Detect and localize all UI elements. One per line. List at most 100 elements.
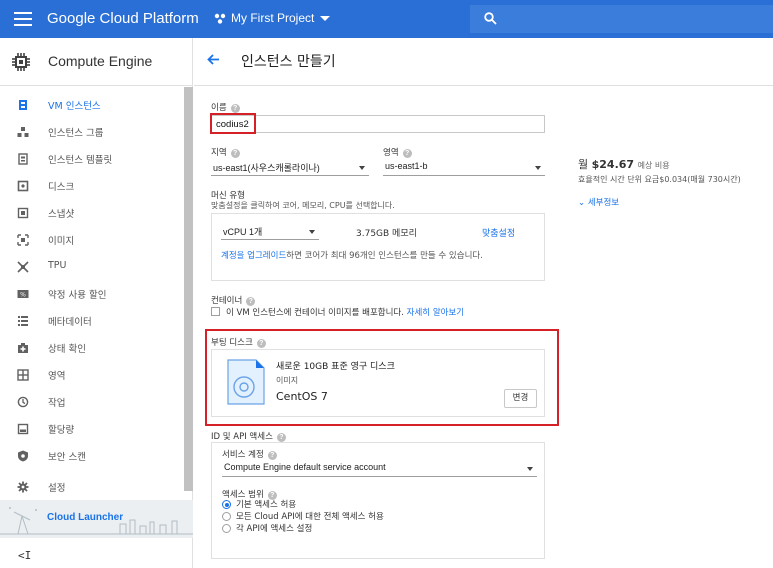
security-scan-icon <box>18 450 28 462</box>
service-account-label: 서비스 계정? <box>222 448 277 460</box>
boot-disk-title: 새로운 10GB 표준 영구 디스크 <box>276 362 395 372</box>
pricing-details-toggle[interactable]: ⌄ 세부정보 <box>578 196 619 208</box>
sidebar-item-snapshots[interactable]: 스냅샷 <box>0 200 184 227</box>
zone-label: 영역? <box>383 146 412 158</box>
scope-label-full: 모든 Cloud API에 대한 전체 액세스 허용 <box>236 512 384 522</box>
sidebar-item-disks[interactable]: 디스크 <box>0 173 184 200</box>
caret-down-icon <box>535 166 541 170</box>
disk-icon <box>17 180 29 192</box>
sidebar-header: Compute Engine <box>0 38 193 86</box>
back-arrow-icon[interactable] <box>206 52 221 67</box>
service-account-value: Compute Engine default service account <box>224 462 386 472</box>
collapse-sidebar-button[interactable]: <I <box>18 549 31 562</box>
sidebar-item-committed-use[interactable]: % 약정 사용 할인 <box>0 281 184 308</box>
sidebar-scrollbar[interactable] <box>184 87 193 491</box>
sidebar-item-operations[interactable]: 작업 <box>0 389 184 416</box>
sidebar-item-images[interactable]: 이미지 <box>0 227 184 254</box>
boot-disk-os: CentOS 7 <box>276 390 328 403</box>
sidebar-item-label: 설정 <box>48 483 66 494</box>
upgrade-note: 계정을 업그레이드하면 코어가 최대 96개인 인스턴스를 만들 수 있습니다. <box>221 251 483 261</box>
help-icon[interactable]: ? <box>402 149 412 158</box>
quotas-icon <box>17 423 29 435</box>
sidebar-item-label: 디스크 <box>48 182 75 193</box>
upgrade-account-link[interactable]: 계정을 업그레이드 <box>221 251 286 261</box>
machine-type-card: vCPU 1개 3.75GB 메모리 맞춤설정 계정을 업그레이드하면 코어가 … <box>211 213 545 281</box>
zone-value: us-east1-b <box>385 161 428 171</box>
sidebar-item-label: 작업 <box>48 398 66 409</box>
sidebar-item-label: 이미지 <box>48 236 75 247</box>
scope-radio-default[interactable] <box>222 500 231 509</box>
project-selector[interactable]: My First Project <box>214 11 331 25</box>
caret-down-icon <box>309 230 315 234</box>
page-header: 인스턴스 만들기 <box>194 38 773 86</box>
product-title: Compute Engine <box>48 53 153 69</box>
zones-icon <box>17 369 29 381</box>
sidebar-item-instance-templates[interactable]: 인스턴스 템플릿 <box>0 146 184 173</box>
help-icon[interactable]: ? <box>230 104 240 113</box>
machine-type-description: 맞춤설정을 클릭하여 코어, 메모리, CPU를 선택합니다. <box>211 201 395 210</box>
caret-down-icon <box>359 166 365 170</box>
compute-engine-chip-icon <box>12 53 30 71</box>
region-select[interactable]: us-east1(사우스캐롤라이나) <box>211 159 369 176</box>
customize-link[interactable]: 맞춤설정 <box>482 226 515 239</box>
snapshot-icon <box>17 207 29 219</box>
change-boot-disk-button[interactable]: 변경 <box>504 389 537 408</box>
project-name: My First Project <box>231 11 315 25</box>
name-input[interactable]: codius2 <box>211 115 545 133</box>
sidebar-item-label: 인스턴스 그룹 <box>48 128 104 139</box>
sidebar-item-label: 보안 스캔 <box>48 452 86 463</box>
scope-radio-full[interactable] <box>222 512 231 521</box>
cloud-launcher-link[interactable]: Cloud Launcher <box>0 500 193 538</box>
sidebar-item-settings[interactable]: 설정 <box>0 474 184 501</box>
project-dots-icon <box>214 13 226 24</box>
help-icon[interactable]: ? <box>230 149 240 158</box>
sidebar-item-zones[interactable]: 영역 <box>0 362 184 389</box>
instance-templates-icon <box>18 153 28 165</box>
container-checkbox[interactable] <box>211 307 220 316</box>
sidebar-item-label: 할당량 <box>48 425 75 436</box>
search-bar[interactable] <box>470 5 773 33</box>
scope-radio-custom[interactable] <box>222 524 231 533</box>
memory-value: 3.75GB 메모리 <box>356 229 417 239</box>
chevron-down-icon: ⌄ <box>578 198 586 208</box>
committed-use-icon: % <box>17 290 29 299</box>
page-title: 인스턴스 만들기 <box>241 54 336 70</box>
help-icon[interactable]: ? <box>276 433 286 442</box>
highlight-box-name <box>210 113 256 134</box>
sidebar-item-metadata[interactable]: 메타데이터 <box>0 308 184 335</box>
sidebar-item-health-checks[interactable]: 상태 확인 <box>0 335 184 362</box>
help-icon[interactable]: ? <box>246 297 256 306</box>
scope-label-custom: 각 API에 액세스 설정 <box>236 524 313 534</box>
vcpu-select[interactable]: vCPU 1개 <box>221 223 319 240</box>
sidebar-item-label: 약정 사용 할인 <box>48 290 107 301</box>
sidebar-item-label: 영역 <box>48 371 66 382</box>
caret-down-icon <box>320 15 331 21</box>
zone-select[interactable]: us-east1-b <box>383 159 545 176</box>
sidebar-item-tpu[interactable]: TPU <box>0 254 184 281</box>
sidebar-item-label: VM 인스턴스 <box>48 101 101 112</box>
help-icon[interactable]: ? <box>256 339 266 348</box>
vcpu-value: vCPU 1개 <box>223 227 263 237</box>
app-title[interactable]: Google Cloud Platform <box>47 10 199 27</box>
id-api-access-card: 서비스 계정? Compute Engine default service a… <box>211 442 545 559</box>
sidebar-item-security-scan[interactable]: 보안 스캔 <box>0 443 184 470</box>
top-app-bar: Google Cloud Platform My First Project <box>0 0 773 38</box>
sidebar-item-quotas[interactable]: 할당량 <box>0 416 184 443</box>
help-icon[interactable]: ? <box>267 451 277 460</box>
service-account-select[interactable]: Compute Engine default service account <box>222 460 537 477</box>
image-icon <box>17 234 29 246</box>
boot-disk-card: 새로운 10GB 표준 영구 디스크 이미지 CentOS 7 변경 <box>211 349 545 417</box>
sidebar-item-instance-groups[interactable]: 인스턴스 그룹 <box>0 119 184 146</box>
monthly-price: 월 $24.67 예상 비용 <box>578 158 670 171</box>
svg-text:%: % <box>20 292 26 299</box>
sidebar: Compute Engine VM 인스턴스 인스턴스 그룹 인스턴스 템플릿 … <box>0 38 193 568</box>
learn-more-link[interactable]: 자세히 알아보기 <box>407 308 464 318</box>
sidebar-item-vm-instances[interactable]: VM 인스턴스 <box>0 92 184 119</box>
region-label: 지역? <box>211 146 240 158</box>
main-content: 인스턴스 만들기 이름? codius2 지역? us-east1(사우스캐롤라… <box>194 38 773 568</box>
region-value: us-east1(사우스캐롤라이나) <box>213 163 320 173</box>
sidebar-item-label: 메타데이터 <box>48 317 92 328</box>
name-label: 이름? <box>211 101 240 113</box>
menu-icon[interactable] <box>14 12 32 26</box>
hourly-price: 효율적인 시간 단위 요금$0.034(매월 730시간) <box>578 175 741 184</box>
